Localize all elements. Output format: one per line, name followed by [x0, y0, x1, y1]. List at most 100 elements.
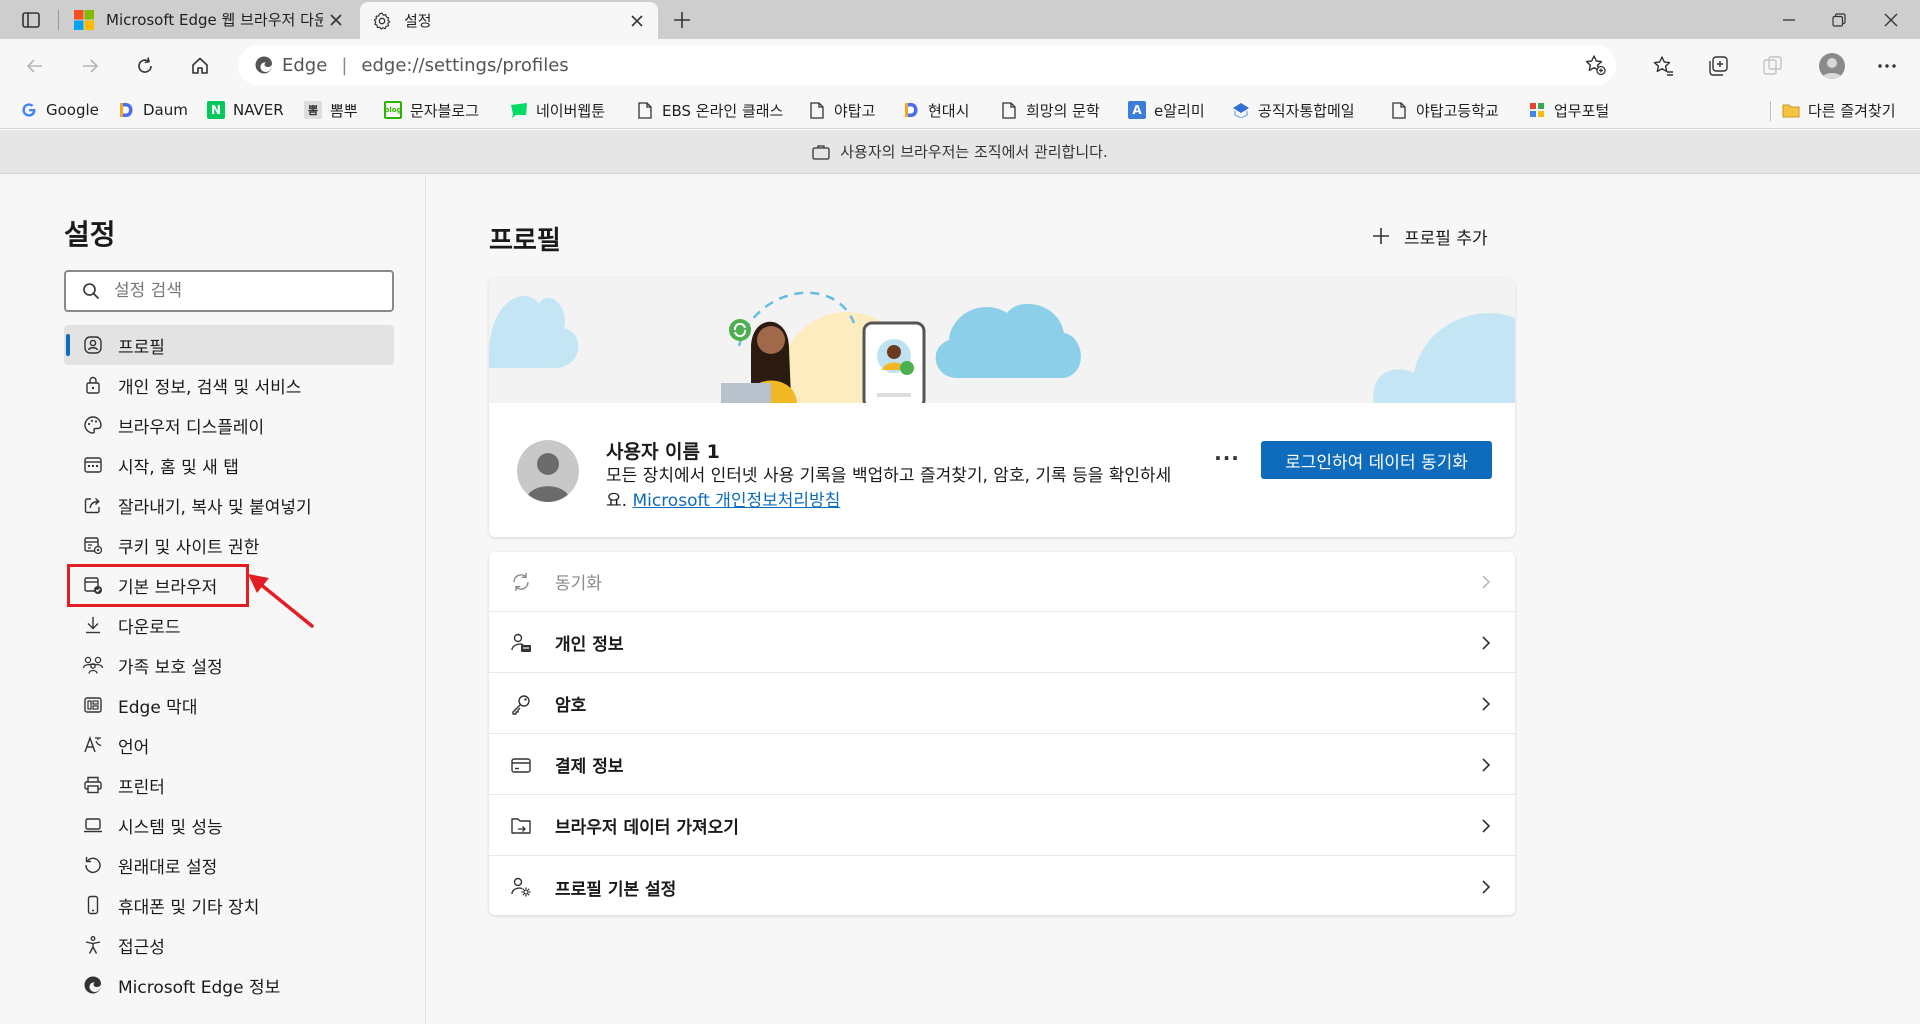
row-personal-info[interactable]: 개인 정보 — [489, 613, 1515, 673]
star-add-icon — [1585, 55, 1606, 76]
bookmark-label: 뽐뿌 — [330, 101, 358, 120]
tab-actions-button[interactable] — [14, 7, 48, 33]
extension-button[interactable] — [1755, 49, 1789, 83]
profile-button[interactable] — [1815, 49, 1849, 83]
sync-icon — [509, 570, 533, 594]
sidebar-item-appearance[interactable]: 브라우저 디스플레이 — [64, 405, 394, 445]
address-url[interactable]: edge://settings/profiles — [361, 55, 1578, 76]
daum-icon — [117, 101, 135, 119]
add-profile-button[interactable]: 프로필 추가 — [1372, 221, 1488, 251]
bookmark-gov-mail[interactable]: 공직자통합메일 — [1232, 99, 1355, 121]
more-menu-button[interactable] — [1870, 49, 1904, 83]
bookmark-naver[interactable]: N NAVER — [207, 99, 284, 121]
collections-button[interactable] — [1701, 49, 1735, 83]
family-icon — [82, 654, 104, 676]
other-favorites-label: 다른 즐겨찾기 — [1808, 101, 1896, 120]
sidebar-item-family[interactable]: 가족 보호 설정 — [64, 645, 394, 685]
sidebar-item-reset[interactable]: 원래대로 설정 — [64, 845, 394, 885]
close-window-button[interactable] — [1862, 0, 1920, 39]
row-sync[interactable]: 동기화 — [489, 552, 1515, 612]
navigation-bar: Edge | edge://settings/profiles — [0, 39, 1920, 91]
address-site-label: Edge — [282, 54, 328, 76]
bookmark-yatap-highschool[interactable]: 야탑고등학교 — [1390, 99, 1499, 121]
sidebar-item-languages[interactable]: 언어 — [64, 725, 394, 765]
tab-settings[interactable]: 설정 — [360, 2, 658, 39]
row-payment-info[interactable]: 결제 정보 — [489, 735, 1515, 795]
bookmark-label: 업무포털 — [1554, 101, 1610, 120]
tab-edge-download[interactable]: Microsoft Edge 웹 브라우저 다운로드 — [62, 0, 357, 39]
bookmark-modern-poetry[interactable]: 현대시 — [902, 99, 969, 121]
forward-button[interactable] — [73, 49, 107, 83]
sidebar-item-start-home[interactable]: 시작, 홈 및 새 탭 — [64, 445, 394, 485]
sign-in-sync-button[interactable]: 로그인하여 데이터 동기화 — [1261, 441, 1492, 479]
back-button[interactable] — [18, 49, 52, 83]
bookmark-work-portal[interactable]: 업무포털 — [1528, 99, 1609, 121]
puzzle-icon — [1763, 56, 1782, 75]
webtoon-icon — [510, 101, 528, 119]
bookmark-ppomppu[interactable]: 뽐 뽐뿌 — [304, 99, 358, 121]
settings-search-box[interactable] — [64, 270, 394, 312]
profile-avatar — [517, 440, 579, 502]
bookmark-ealimi[interactable]: A e알리미 — [1128, 99, 1205, 121]
sidebar-item-profiles[interactable]: 프로필 — [64, 325, 394, 365]
sidebar-item-label: 시작, 홈 및 새 탭 — [118, 457, 239, 478]
privacy-policy-link[interactable]: Microsoft 개인정보처리방침 — [632, 491, 840, 511]
phone-icon — [82, 894, 104, 916]
sidebar-item-downloads[interactable]: 다운로드 — [64, 605, 394, 645]
bookmark-literature[interactable]: 희망의 문학 — [1000, 99, 1100, 121]
mail-icon — [1232, 101, 1250, 119]
highlight-box — [67, 564, 249, 607]
address-divider: | — [341, 54, 348, 76]
bookmark-label: EBS 온라인 클래스 — [662, 101, 784, 120]
address-bar[interactable]: Edge | edge://settings/profiles — [238, 45, 1616, 85]
sidebar-item-system[interactable]: 시스템 및 성능 — [64, 805, 394, 845]
bookmark-blog[interactable]: blog 문자블로그 — [384, 99, 479, 121]
bookmark-ebs[interactable]: EBS 온라인 클래스 — [636, 99, 783, 121]
favorites-bar: Google Daum N NAVER 뽐 뽐뿌 blog 문자블로그 네이버웹… — [0, 91, 1920, 129]
sidebar-item-printers[interactable]: 프린터 — [64, 765, 394, 805]
bookmark-daum[interactable]: Daum — [117, 99, 188, 121]
favorites-button[interactable] — [1646, 49, 1680, 83]
refresh-button[interactable] — [128, 49, 162, 83]
tab-strip: Microsoft Edge 웹 브라우저 다운로드 설정 — [0, 0, 1920, 39]
tab-close-button[interactable] — [323, 7, 349, 33]
profile-card: 사용자 이름 1 모든 장치에서 인터넷 사용 기록을 백업하고 즐겨찾기, 암… — [489, 278, 1515, 537]
sidebar-item-label: Edge 막대 — [118, 697, 198, 718]
sidebar-item-about[interactable]: Microsoft Edge 정보 — [64, 965, 394, 1005]
bookmark-label: e알리미 — [1154, 101, 1205, 120]
sidebar-item-accessibility[interactable]: 접근성 — [64, 925, 394, 965]
bookmark-separator — [1770, 101, 1771, 121]
tab-title: 설정 — [404, 12, 432, 30]
sidebar-item-cookies[interactable]: 쿠키 및 사이트 권한 — [64, 525, 394, 565]
person-icon — [526, 453, 570, 502]
bookmark-google[interactable]: Google — [20, 99, 99, 121]
tab-separator — [58, 10, 59, 30]
plus-icon — [1373, 228, 1389, 244]
maximize-button[interactable] — [1810, 0, 1868, 39]
chevron-right-icon — [1482, 757, 1491, 772]
row-passwords[interactable]: 암호 — [489, 674, 1515, 734]
tab-close-button[interactable] — [624, 8, 650, 34]
home-button[interactable] — [183, 49, 217, 83]
new-tab-button[interactable] — [668, 7, 696, 33]
row-profile-preferences[interactable]: 프로필 기본 설정 — [489, 857, 1515, 915]
avatar — [1819, 53, 1845, 79]
bookmark-label: 문자블로그 — [410, 101, 480, 120]
bookmark-webtoon[interactable]: 네이버웹툰 — [510, 99, 605, 121]
sidebar-item-edge-bar[interactable]: Edge 막대 — [64, 685, 394, 725]
row-import-browser-data[interactable]: 브라우저 데이터 가져오기 — [489, 796, 1515, 856]
card-icon — [509, 753, 533, 777]
sidebar-item-privacy[interactable]: 개인 정보, 검색 및 서비스 — [64, 365, 394, 405]
collections-icon — [1709, 56, 1728, 76]
bookmark-yatapgo[interactable]: 야탑고 — [808, 99, 875, 121]
other-favorites-folder[interactable]: 다른 즐겨찾기 — [1782, 99, 1896, 121]
restore-icon — [1832, 12, 1846, 27]
refresh-icon — [138, 57, 152, 73]
sidebar-item-share-copy-paste[interactable]: 잘라내기, 복사 및 붙여넣기 — [64, 485, 394, 525]
sidebar-item-phone-devices[interactable]: 휴대폰 및 기타 장치 — [64, 885, 394, 925]
row-label: 결제 정보 — [555, 757, 624, 777]
add-favorite-button[interactable] — [1578, 48, 1612, 82]
profile-more-button[interactable]: ··· — [1207, 440, 1247, 476]
settings-search-input[interactable] — [114, 281, 374, 301]
sidebar-title: 설정 — [64, 218, 116, 251]
